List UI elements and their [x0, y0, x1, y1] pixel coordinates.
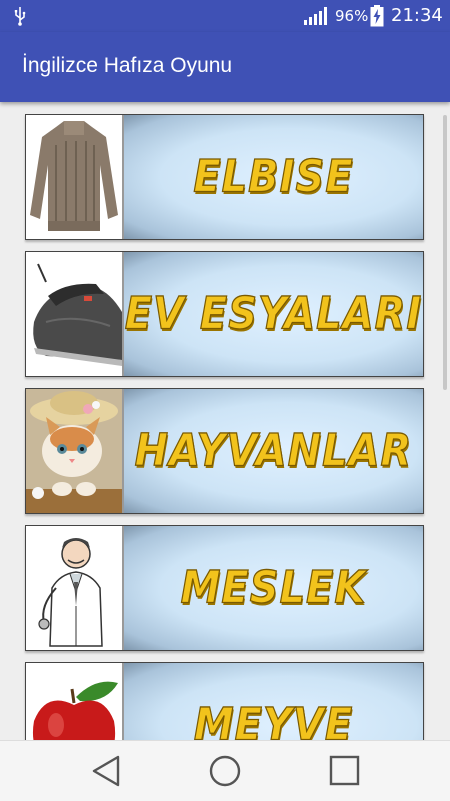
- category-label-area: HAYVANLAR: [124, 389, 423, 513]
- app-bar: İngilizce Hafıza Oyunu: [0, 32, 450, 102]
- usb-icon: [14, 7, 26, 26]
- category-label: HAYVANLAR: [134, 425, 413, 478]
- category-card-hayvanlar[interactable]: HAYVANLAR: [25, 388, 424, 514]
- signal-icon: [304, 7, 327, 25]
- status-bar: 96% 21:34: [0, 0, 450, 32]
- category-label-area: ELBISE: [124, 115, 423, 239]
- category-list[interactable]: ELBISE EV ESYALARI HAYVANLAR MESLEK MEYV…: [0, 102, 450, 740]
- category-card-meslek[interactable]: MESLEK: [25, 525, 424, 651]
- iron-image: [26, 252, 124, 376]
- category-label: EV ESYALARI: [124, 288, 423, 341]
- battery-charging-icon: [370, 5, 384, 27]
- home-icon[interactable]: [208, 754, 242, 788]
- battery-percent: 96%: [335, 7, 369, 25]
- category-label: MEYVE: [193, 699, 354, 740]
- sweater-image: [26, 115, 124, 239]
- recent-apps-icon[interactable]: [328, 754, 360, 788]
- app-title: İngilizce Hafıza Oyunu: [22, 54, 233, 77]
- doctor-image: [26, 526, 124, 650]
- category-label-area: MEYVE: [124, 663, 423, 740]
- category-label-area: MESLEK: [124, 526, 423, 650]
- category-card-ev-esyalari[interactable]: EV ESYALARI: [25, 251, 424, 377]
- kitten-image: [26, 389, 124, 513]
- apple-image: [26, 663, 124, 740]
- navigation-bar: [0, 740, 450, 801]
- clock: 21:34: [391, 5, 443, 26]
- scrollbar[interactable]: [443, 115, 447, 390]
- category-card-elbise[interactable]: ELBISE: [25, 114, 424, 240]
- back-icon[interactable]: [90, 754, 122, 788]
- category-label: ELBISE: [193, 151, 354, 204]
- category-label-area: EV ESYALARI: [124, 252, 423, 376]
- category-card-meyve[interactable]: MEYVE: [25, 662, 424, 740]
- category-label: MESLEK: [180, 562, 367, 615]
